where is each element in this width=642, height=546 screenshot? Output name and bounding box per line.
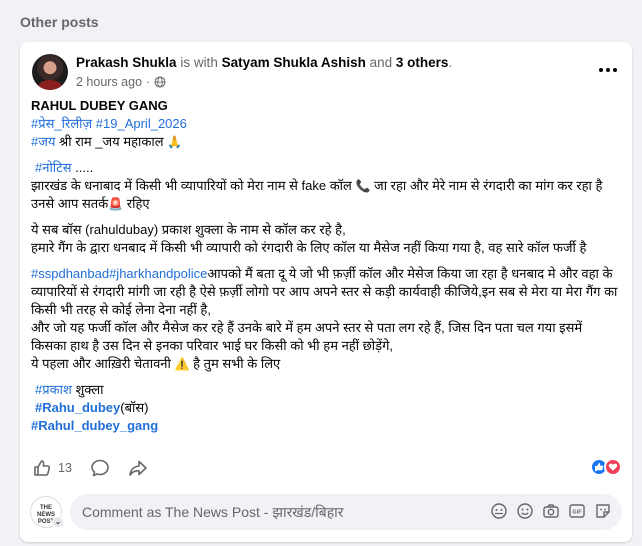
- line6a: ये पहला और आख़िरी चेतावनी: [31, 356, 175, 371]
- siren-emoji: 🚨: [108, 197, 124, 211]
- others-link[interactable]: 3 others: [396, 55, 449, 70]
- pray-emoji: 🙏: [167, 135, 183, 149]
- hashtag-press[interactable]: #प्रेस_रिलीज़: [31, 116, 92, 131]
- line5: और जो यह फर्जी कॉल और मैसेज कर रहे हैं उ…: [31, 320, 583, 353]
- gif-icon[interactable]: GIF: [568, 502, 586, 520]
- globe-icon[interactable]: [154, 76, 166, 88]
- comment-button[interactable]: [90, 458, 110, 478]
- sticker-icon[interactable]: [594, 502, 612, 520]
- chevron-down-icon[interactable]: ⌄: [52, 516, 64, 528]
- more-options-button[interactable]: [596, 60, 620, 80]
- like-count: 13: [58, 461, 72, 475]
- period: .: [448, 55, 453, 70]
- warning-emoji: ⚠️: [174, 357, 190, 371]
- hashtag-jharkhandpolice[interactable]: #jharkhandpolice: [109, 266, 207, 281]
- comment-composer: THE NEWS POST ⌄ Comment as The News Post…: [30, 494, 622, 530]
- comment-input[interactable]: [70, 494, 470, 530]
- hashtag-rahu-dubey[interactable]: #Rahu_dubey: [35, 400, 120, 415]
- more-icon: [599, 68, 603, 72]
- notice-dots: .....: [71, 160, 94, 175]
- rahu-rest: (बॉस): [120, 400, 149, 415]
- share-icon: [129, 460, 147, 476]
- emoji-icon[interactable]: [516, 502, 534, 520]
- post-title: RAHUL DUBEY GANG: [31, 98, 168, 113]
- like-button[interactable]: 13: [32, 458, 72, 478]
- more-icon-dot: [613, 68, 617, 72]
- hashtag-sspdhanbad[interactable]: #sspdhanbad: [31, 266, 109, 281]
- svg-text:GIF: GIF: [572, 510, 582, 516]
- author-name[interactable]: Prakash Shukla: [76, 55, 177, 70]
- comment-box: GIF: [70, 494, 622, 530]
- love-reaction-icon: [604, 458, 622, 476]
- and-text: and: [365, 55, 396, 70]
- comment-icon: [91, 459, 109, 477]
- hashtag-jai[interactable]: #जय: [31, 134, 55, 149]
- like-icon: [34, 460, 51, 476]
- hashtag-rahul-dubey-gang[interactable]: #Rahul_dubey_gang: [31, 418, 158, 433]
- author-avatar[interactable]: [32, 54, 68, 90]
- share-button[interactable]: [128, 458, 148, 478]
- line6b: है तुम सभी के लिए: [189, 356, 281, 371]
- more-icon-dot: [606, 68, 610, 72]
- phone-emoji: 📞: [355, 179, 371, 193]
- section-title: Other posts: [20, 14, 99, 30]
- line1c: रहिए: [123, 196, 150, 211]
- post-meta: 2 hours ago ·: [76, 75, 166, 89]
- comment-tools: GIF: [490, 502, 612, 520]
- with-text: is with: [176, 55, 222, 70]
- line1a: झारखंड के धनाबाद में किसी भी व्यापारियों…: [31, 178, 356, 193]
- post-body: RAHUL DUBEY GANG #प्रेस_रिलीज़ #19_April…: [31, 97, 621, 435]
- camera-icon[interactable]: [542, 502, 560, 520]
- hashtag-date[interactable]: #19_April_2026: [96, 116, 187, 131]
- post-time[interactable]: 2 hours ago: [76, 75, 142, 89]
- line3: हमारे गैंग के द्वारा धनबाद में किसी भी व…: [31, 240, 587, 255]
- post-header: Prakash Shukla is with Satyam Shukla Ash…: [76, 55, 452, 70]
- post-card: Prakash Shukla is with Satyam Shukla Ash…: [20, 42, 632, 542]
- hashtag-notice[interactable]: #नोटिस: [35, 160, 72, 175]
- hashtag-prakash[interactable]: #प्रकाश: [35, 382, 72, 397]
- line2: ये सब बॉस (rahuldubay) प्रकाश शुक्ला के …: [31, 222, 346, 237]
- reaction-summary[interactable]: [590, 458, 622, 476]
- avatar-sticker-icon[interactable]: [490, 502, 508, 520]
- tagged-person[interactable]: Satyam Shukla Ashish: [222, 55, 366, 70]
- jai-text: श्री राम _जय महाकाल: [55, 134, 168, 149]
- meta-dot: ·: [146, 75, 151, 89]
- reaction-bar: 13: [32, 457, 622, 479]
- prakash-rest: शुक्ला: [71, 382, 104, 397]
